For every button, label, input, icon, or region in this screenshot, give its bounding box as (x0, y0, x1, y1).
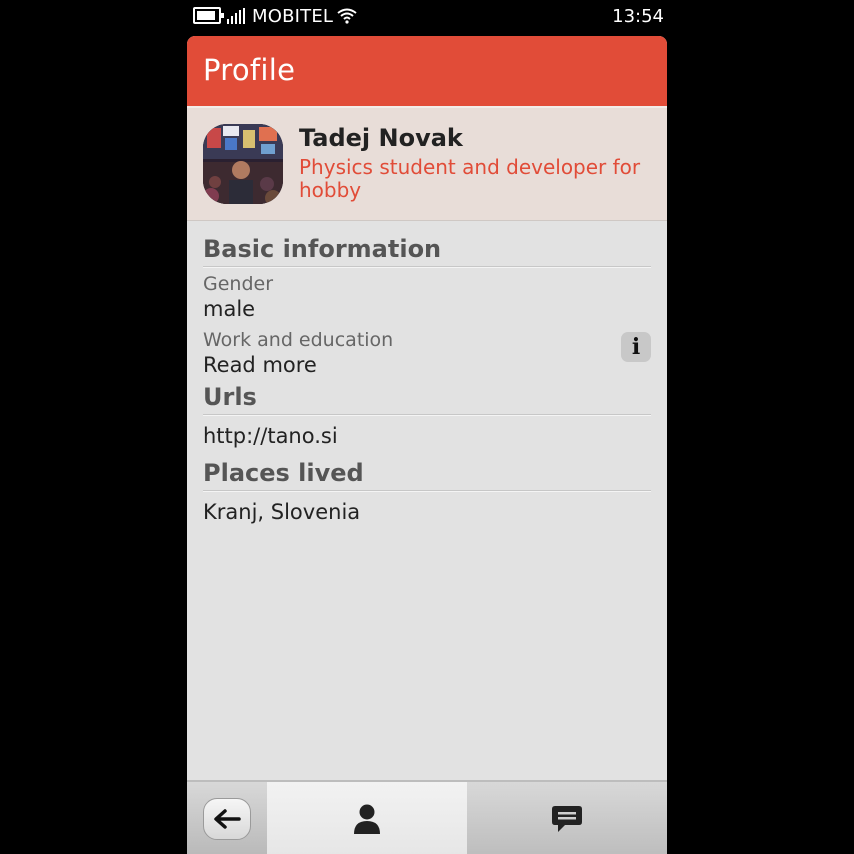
clock: 13:54 (612, 6, 664, 27)
back-arrow-icon (214, 809, 241, 829)
profile-app: Profile Tadej Novak Physics student and … (187, 36, 667, 854)
avatar[interactable] (203, 124, 283, 204)
divider (203, 266, 651, 268)
profile-tagline: Physics student and developer for hobby (299, 155, 641, 202)
divider (203, 414, 651, 416)
avatar-photo (203, 124, 283, 204)
signal-icon (227, 8, 245, 24)
back-tab (187, 782, 267, 854)
back-button[interactable] (203, 798, 251, 840)
divider (203, 490, 651, 492)
gender-value: male (203, 297, 256, 321)
place-lived-value: Kranj, Slovenia (203, 500, 361, 524)
status-bar: MOBITEL 13:54 (187, 0, 667, 34)
section-title-places-lived: Places lived (203, 459, 364, 487)
bottom-toolbar (187, 780, 667, 854)
work-education-read-more[interactable]: Read more (203, 352, 651, 378)
tab-profile[interactable] (267, 782, 467, 854)
carrier-name: MOBITEL (252, 6, 334, 27)
profile-card: Tadej Novak Physics student and develope… (187, 106, 667, 221)
url-link[interactable]: http://tano.si (203, 420, 651, 452)
messages-icon (552, 806, 582, 832)
work-education-row[interactable]: Work and education Read more i (203, 328, 651, 378)
wifi-icon (337, 8, 357, 24)
work-education-label: Work and education (203, 329, 394, 351)
profile-details: Basic information Gender male Work and e… (203, 232, 651, 528)
section-title-basic-information: Basic information (203, 235, 442, 263)
phone-screen: MOBITEL 13:54 Profile Tadej Novak Physic… (0, 0, 854, 854)
gender-label: Gender (203, 273, 274, 295)
info-icon[interactable]: i (621, 332, 651, 362)
page-title: Profile (203, 53, 296, 87)
section-title-urls: Urls (203, 383, 257, 411)
profile-person-icon (354, 804, 380, 834)
header-bar: Profile (187, 36, 667, 106)
profile-name: Tadej Novak (299, 124, 463, 152)
battery-icon (193, 7, 224, 24)
tab-messages[interactable] (467, 782, 667, 854)
